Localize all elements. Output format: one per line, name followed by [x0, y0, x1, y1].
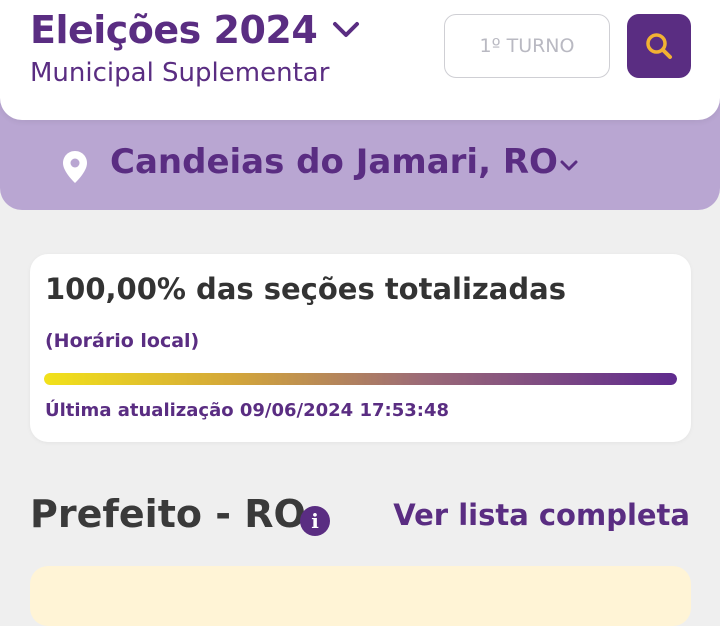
progress-fill — [44, 373, 677, 385]
totalization-progress-bar — [44, 373, 677, 385]
totalization-card: 100,00% das seções totalizadas (Horário … — [30, 254, 691, 442]
totalization-status: 100,00% das seções totalizadas — [45, 272, 566, 306]
location-chevron-down-icon[interactable] — [559, 159, 579, 173]
candidate-card[interactable] — [30, 566, 691, 626]
location-selector[interactable]: Candeias do Jamari, RO — [110, 142, 558, 182]
turno-button[interactable]: 1º TURNO — [444, 14, 610, 78]
search-icon — [646, 33, 672, 59]
election-selector[interactable]: Eleições 2024 — [30, 8, 361, 52]
location-pin-icon — [63, 151, 87, 183]
local-time-note: (Horário local) — [45, 330, 200, 352]
search-button[interactable] — [627, 14, 691, 78]
election-subtitle: Municipal Suplementar — [30, 58, 330, 88]
section-title: Prefeito - RO — [30, 492, 306, 536]
page-title[interactable]: Eleições 2024 — [30, 8, 318, 52]
chevron-down-icon[interactable] — [331, 19, 361, 41]
info-icon[interactable]: i — [300, 506, 330, 536]
see-full-list-link[interactable]: Ver lista completa — [393, 498, 690, 532]
last-update: Última atualização 09/06/2024 17:53:48 — [45, 400, 450, 421]
header: Eleições 2024 Municipal Suplementar 1º T… — [0, 0, 720, 120]
